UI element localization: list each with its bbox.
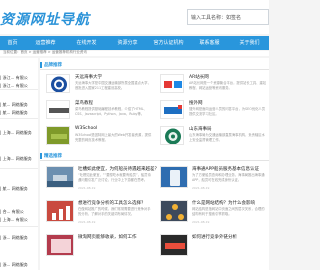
article-desc: 在做网站推广的时候，我们常常需要进行竞争对手的分析，了解对手的关键词布局情况。 bbox=[78, 207, 151, 216]
divider bbox=[0, 89, 38, 90]
app-photo-icon bbox=[160, 166, 188, 188]
section-title: 精选推荐 bbox=[44, 154, 62, 159]
article-date: 2021-08-19 bbox=[192, 186, 210, 190]
card-desc: AR站长网是一个资源聚合平台，提供站长工具、建站教程、网站运营等资讯服务。 bbox=[189, 81, 267, 90]
breadcrumb: 当前位置：首页 > 运营推荐 > 运营推荐机构行业资讯 bbox=[0, 50, 269, 56]
article-item[interactable]: 海事通APP船员服务基本信息认证 为了方便船员查询和办理业务，海事局推出海事通A… bbox=[156, 164, 268, 192]
maritime-seal-icon bbox=[160, 126, 184, 145]
nav-item-official[interactable]: 官方认证机构 bbox=[148, 36, 189, 50]
article-item[interactable]: 想进行竞争分析的工具怎么选择？ 在做网站推广的时候，我们常常需要进行竞争对手的分… bbox=[42, 198, 154, 226]
nav-item-service[interactable]: 联系客服 bbox=[189, 36, 230, 50]
sidebar-item[interactable]: | 上海... 网络服务 bbox=[0, 130, 38, 136]
section-header-featured: 精选推荐 bbox=[40, 151, 269, 161]
card-title[interactable]: AR站长网 bbox=[189, 74, 209, 80]
card-title[interactable]: 菜鸟教程 bbox=[75, 100, 93, 106]
sidebar-item[interactable]: | 浙... 网络服务 bbox=[0, 235, 38, 241]
article-title[interactable]: 想进行竞争分析的工具怎么选择？ bbox=[78, 200, 146, 206]
main-nav: 首页 运营推荐 在线开发 资源分享 官方认证机构 联系客服 关于我们 bbox=[0, 36, 269, 50]
divider bbox=[0, 118, 38, 119]
card-title[interactable]: 山东海事局 bbox=[189, 126, 212, 132]
brand-card[interactable]: 菜鸟教程 菜鸟教程提供基础编程技术教程，介绍了HTML、CSS、Javascri… bbox=[42, 98, 154, 123]
sidebar-item[interactable]: | 航... 网络服务 bbox=[0, 110, 38, 116]
nav-item-dev[interactable]: 在线开发 bbox=[66, 36, 107, 50]
article-desc: “吐槽如此便宜，”“要想吃水就要有船员”，船员待遇问题引发广泛讨论，行业中上下游… bbox=[78, 173, 151, 182]
left-sidebar: | 浙江... 有限公 | 浙江... 有限公 | 航... 网络服务 | 航.… bbox=[0, 58, 38, 270]
article-item[interactable]: 什么是网站结构？为什么会影响 网站结构是指网站中页面之间的层次关系，合理的结构有… bbox=[156, 198, 268, 226]
article-desc: 为了方便船员查询和办理业务，海事局推出海事通APP，船员可在线完成身份认证。 bbox=[192, 173, 265, 182]
link-photo-icon bbox=[160, 234, 188, 256]
nav-item-about[interactable]: 关于我们 bbox=[230, 36, 269, 50]
card-title[interactable]: 搜外网 bbox=[189, 100, 203, 106]
runoob-logo-icon bbox=[46, 100, 70, 119]
card-desc: W3School是因特网上最大的Web开发者资源，提供完整的网页技术教程。 bbox=[75, 133, 152, 142]
article-date: 2021-08-19 bbox=[192, 220, 210, 224]
section-title: 品牌推荐 bbox=[44, 63, 62, 68]
search-input[interactable]: 输入工具名称：如签名 bbox=[187, 9, 269, 25]
brand-card[interactable]: AR站长网 AR站长网是一个资源聚合平台，提供站长工具、建站教程、网站运营等资讯… bbox=[156, 72, 268, 97]
section-marker bbox=[40, 62, 42, 68]
card-title[interactable]: 天远海事大学 bbox=[75, 74, 102, 80]
article-date: 2021-08-19 bbox=[78, 220, 96, 224]
brand-card[interactable]: W3School W3School是因特网上最大的Web开发者资源，提供完整的网… bbox=[42, 124, 154, 149]
w3school-logo-icon bbox=[46, 126, 70, 145]
article-title[interactable]: 海事通APP船员服务基本信息认证 bbox=[192, 166, 259, 172]
sidebar-item[interactable]: | 浙江... 有限公 bbox=[0, 75, 38, 81]
section-marker bbox=[40, 153, 42, 159]
ar-logo-icon bbox=[160, 74, 184, 93]
search-placeholder: 输入工具名称：如签名 bbox=[191, 14, 242, 21]
university-seal-icon bbox=[46, 74, 70, 93]
brand-card[interactable]: 天远海事大学 天远海事大学是中国交通运输部所属全国重点大学，首批进入国家211工… bbox=[42, 72, 154, 97]
breadcrumb-text: 当前位置：首页 > 运营推荐 > 运营推荐机构行业资讯 bbox=[3, 50, 87, 54]
article-title[interactable]: 什么是网站结构？为什么会影响 bbox=[192, 200, 255, 206]
sidebar-item[interactable]: | 上海... 有限公 bbox=[0, 217, 38, 223]
card-desc: 菜鸟教程提供基础编程技术教程，介绍了HTML、CSS、Javascript、Py… bbox=[75, 107, 147, 116]
article-item[interactable]: 如何进行竞争外链分析 bbox=[156, 232, 268, 260]
sidebar-item[interactable]: | 航... 网络服务 bbox=[0, 102, 38, 108]
card-desc: 搜外网是面向运营人员的问答平台，为SEO优化人员提供交流学习社区。 bbox=[189, 107, 266, 116]
sidebar-item[interactable]: | 浙... 网络服务 bbox=[0, 262, 38, 268]
divider bbox=[0, 226, 38, 227]
seo-logo-icon bbox=[160, 100, 184, 119]
site-logo[interactable]: 资源网址导航 bbox=[0, 9, 90, 29]
article-title[interactable]: 微淘网页能够收录，如何工作 bbox=[78, 234, 137, 240]
ship-photo-icon bbox=[46, 166, 74, 188]
article-title[interactable]: 吐槽如此便宜，为何船员待遇越来越差？ bbox=[78, 166, 159, 172]
web-photo-icon bbox=[46, 234, 74, 256]
structure-photo-icon bbox=[160, 200, 188, 222]
article-item[interactable]: 吐槽如此便宜，为何船员待遇越来越差？ “吐槽如此便宜，”“要想吃水就要有船员”，… bbox=[42, 164, 159, 192]
card-title[interactable]: W3School bbox=[75, 126, 97, 131]
main-panel: 品牌推荐 天远海事大学 天远海事大学是中国交通运输部所属全国重点大学，首批进入国… bbox=[40, 58, 269, 270]
sidebar-item[interactable]: | 航... 网络服务 bbox=[0, 186, 38, 192]
card-desc: 天远海事大学是中国交通运输部所属全国重点大学，首批进入国家211工程建设高校。 bbox=[75, 81, 151, 90]
card-desc: 山东海事局为交通运输部直属海事机构，负责辖区水上安全监督管理工作。 bbox=[189, 133, 265, 142]
divider bbox=[0, 168, 38, 169]
article-item[interactable]: 微淘网页能够收录，如何工作 bbox=[42, 232, 154, 260]
sidebar-item[interactable]: | 上海... 网络服务 bbox=[0, 156, 38, 162]
nav-item-share[interactable]: 资源分享 bbox=[107, 36, 148, 50]
article-desc: 网站结构是指网站中页面之间的层次关系，合理的结构有利于搜索引擎抓取。 bbox=[192, 207, 265, 216]
analysis-photo-icon bbox=[46, 200, 74, 222]
brand-card[interactable]: 山东海事局 山东海事局为交通运输部直属海事机构，负责辖区水上安全监督管理工作。 bbox=[156, 124, 268, 149]
site-header: 资源网址导航 输入工具名称：如签名 bbox=[0, 0, 269, 34]
nav-item-ops[interactable]: 运营推荐 bbox=[25, 36, 66, 50]
sidebar-item[interactable]: | 合... 有限公 bbox=[0, 209, 38, 215]
nav-item-home[interactable]: 首页 bbox=[0, 36, 25, 50]
article-date: 2021-08-19 bbox=[78, 186, 96, 190]
brand-card[interactable]: 搜外网 搜外网是面向运营人员的问答平台，为SEO优化人员提供交流学习社区。 bbox=[156, 98, 268, 123]
section-header-brands: 品牌推荐 bbox=[40, 60, 269, 70]
article-title[interactable]: 如何进行竞争外链分析 bbox=[192, 234, 237, 240]
